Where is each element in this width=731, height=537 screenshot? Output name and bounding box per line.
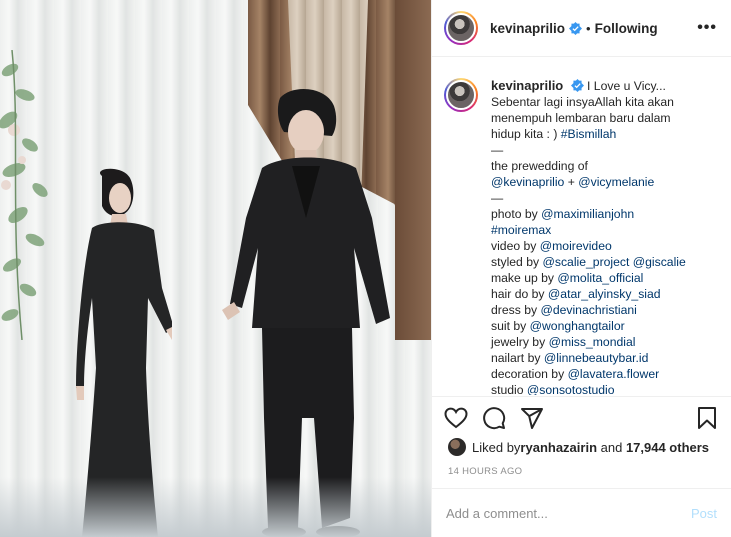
paper-plane-icon[interactable] [520, 406, 544, 430]
caption-line: Sebentar lagi insyaAllah kita akan [491, 94, 717, 110]
caption-line: styled by @scalie_project @giscalie [491, 254, 717, 270]
liker-avatar[interactable] [448, 438, 466, 456]
caption-line: #moiremax [491, 222, 717, 238]
caption-tag[interactable]: @giscalie [633, 255, 686, 269]
caption-line-text: Sebentar lagi insyaAllah kita akan [491, 95, 674, 109]
caption-scroll-area[interactable]: kevinaprilio I Love u Vicy... Sebentar l… [432, 58, 731, 395]
likes-prefix: Liked by [472, 439, 521, 455]
caption-tag[interactable]: @maximilianjohn [541, 207, 634, 221]
caption-line-text: photo by [491, 207, 542, 221]
header-separator: • [586, 20, 591, 36]
caption-username[interactable]: kevinaprilio [491, 78, 563, 93]
action-bar [444, 404, 719, 432]
caption-line-text: hair do by [491, 287, 548, 301]
liker-username[interactable]: ryanhazairin [520, 440, 597, 455]
more-options-icon[interactable]: ••• [697, 19, 717, 37]
caption-line-text: menempuh lembaran baru dalam [491, 111, 671, 125]
verified-badge-icon [569, 21, 583, 35]
post-comment-button[interactable]: Post [691, 506, 717, 521]
comment-input[interactable] [446, 505, 691, 521]
avatar-image [446, 13, 476, 43]
post-photo[interactable] [0, 0, 431, 537]
caption-tag[interactable]: @miss_mondial [549, 335, 636, 349]
caption-line: photo by @maximilianjohn [491, 206, 717, 222]
caption-tag[interactable]: @scalie_project [542, 255, 629, 269]
caption-tag[interactable]: @atar_alyinsky_siad [548, 287, 661, 301]
caption-tag[interactable]: #Bismillah [561, 127, 617, 141]
author-username[interactable]: kevinaprilio [490, 21, 565, 36]
caption-line-text: decoration by [491, 367, 568, 381]
caption-line: hair do by @atar_alyinsky_siad [491, 286, 717, 302]
post-header: kevinaprilio • Following ••• [432, 0, 731, 57]
caption-line-text: studio [491, 383, 527, 395]
caption-tag[interactable]: @wonghangtailor [530, 319, 625, 333]
caption-line-text: — [491, 191, 504, 205]
caption-line: studio @sonsotostudio [491, 382, 717, 395]
caption-line: jewelry by @miss_mondial [491, 334, 717, 350]
caption-line-text: nailart by [491, 351, 544, 365]
comment-row: Post [432, 488, 731, 537]
caption-line: menempuh lembaran baru dalam [491, 110, 717, 126]
speech-bubble-icon[interactable] [482, 406, 506, 430]
caption-line: dress by @devinachristiani [491, 302, 717, 318]
bookmark-icon[interactable] [695, 406, 719, 430]
caption-tag[interactable]: @moirevideo [540, 239, 612, 253]
caption-line-text: the prewedding of [491, 159, 588, 173]
man-figure [222, 88, 390, 537]
caption-line-text: suit by [491, 319, 530, 333]
likes-middle: and [597, 439, 626, 455]
caption-tag[interactable]: @kevinaprilio [491, 175, 564, 189]
floor-shadow [0, 477, 431, 537]
heart-icon[interactable] [444, 406, 468, 430]
caption-line: the prewedding of [491, 158, 717, 174]
caption-line-text: jewelry by [491, 335, 549, 349]
caption-text: kevinaprilio I Love u Vicy... Sebentar l… [491, 78, 717, 395]
caption-line: video by @moirevideo [491, 238, 717, 254]
dark-curtain [395, 0, 431, 340]
actions-divider [432, 396, 731, 397]
caption-tag[interactable]: @linnebeautybar.id [544, 351, 649, 365]
caption-line: decoration by @lavatera.flower [491, 366, 717, 382]
caption-tag[interactable]: #moiremax [491, 223, 551, 237]
caption-line-text: — [491, 143, 504, 157]
caption-line-text: make up by [491, 271, 558, 285]
caption-line: @kevinaprilio + @vicymelanie [491, 174, 717, 190]
caption-line: hidup kita : ) #Bismillah [491, 126, 717, 142]
caption-tag[interactable]: @devinachristiani [540, 303, 636, 317]
caption-tag[interactable]: @lavatera.flower [568, 367, 660, 381]
caption-line: nailart by @linnebeautybar.id [491, 350, 717, 366]
verified-badge-icon [570, 79, 584, 92]
post-side-panel: kevinaprilio • Following ••• kevinaprili… [431, 0, 731, 537]
caption-avatar[interactable] [444, 78, 478, 112]
caption-line: — [491, 142, 717, 158]
caption-line: suit by @wonghangtailor [491, 318, 717, 334]
avatar-image [446, 80, 476, 110]
caption-tag[interactable]: @sonsotostudio [527, 383, 615, 395]
caption-line: — [491, 190, 717, 206]
following-button[interactable]: Following [595, 21, 658, 36]
caption-line-text: dress by [491, 303, 541, 317]
caption-line-text: video by [491, 239, 540, 253]
caption-line-text: + [564, 175, 579, 189]
caption-first-line: kevinaprilio I Love u Vicy... [491, 78, 717, 94]
author-avatar[interactable] [444, 11, 478, 45]
caption-line-text: styled by [491, 255, 543, 269]
caption-line: make up by @molita_official [491, 270, 717, 286]
likes-count[interactable]: 17,944 others [626, 440, 709, 455]
caption-tag[interactable]: @molita_official [557, 271, 643, 285]
post-timestamp[interactable]: 14 HOURS AGO [448, 466, 522, 477]
likes-summary: Liked by ryanhazairin and 17,944 others [448, 438, 709, 456]
instagram-post: kevinaprilio • Following ••• kevinaprili… [0, 0, 731, 537]
caption-line-text: hidup kita : ) [491, 127, 561, 141]
caption-tag[interactable]: @vicymelanie [578, 175, 654, 189]
caption-line-text: I Love u Vicy... [587, 79, 666, 93]
foliage-decoration [0, 50, 48, 340]
